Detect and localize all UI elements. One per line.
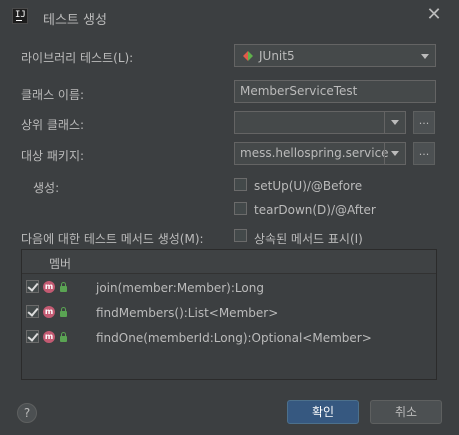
- generate-label: 생성:: [33, 181, 60, 195]
- public-access-icon: [60, 307, 67, 317]
- show-inherited-checkbox[interactable]: [234, 229, 247, 242]
- methods-label: 다음에 대한 테스트 메서드 생성(M):: [21, 232, 204, 246]
- dialog-title: 테스트 생성: [43, 13, 107, 28]
- class-name-label: 클래스 이름:: [21, 88, 85, 102]
- class-name-input[interactable]: MemberServiceTest: [234, 80, 436, 103]
- member-checkbox[interactable]: [26, 305, 39, 318]
- intellij-app-icon: IJ: [12, 8, 28, 24]
- public-access-icon: [60, 282, 67, 292]
- members-table: 멤버 m join(member:Member):Long m findMemb…: [21, 249, 437, 380]
- member-signature: findMembers():List<Member>: [96, 306, 279, 320]
- setup-label: setUp(U)/@Before: [254, 179, 363, 193]
- teardown-checkbox[interactable]: [234, 202, 247, 215]
- library-value: JUnit5: [259, 49, 295, 63]
- package-label: 대상 패키지:: [21, 149, 85, 163]
- title-bar: IJ 테스트 생성 ✕: [0, 0, 459, 34]
- table-row[interactable]: m join(member:Member):Long: [22, 275, 436, 299]
- members-column-header: 멤버: [49, 257, 72, 271]
- table-row[interactable]: m findOne(memberId:Long):Optional<Member…: [22, 325, 436, 349]
- method-icon: m: [43, 306, 55, 318]
- library-combo[interactable]: JUnit5: [234, 44, 436, 67]
- members-table-header: 멤버: [22, 250, 436, 274]
- teardown-label: tearDown(D)/@After: [254, 203, 376, 217]
- package-value: mess.hellospring.service: [240, 146, 389, 160]
- package-combo[interactable]: mess.hellospring.service: [234, 142, 406, 165]
- chevron-down-icon[interactable]: [384, 112, 405, 133]
- member-signature: join(member:Member):Long: [96, 281, 264, 295]
- ok-button[interactable]: 확인: [287, 400, 359, 424]
- setup-checkbox[interactable]: [234, 178, 247, 191]
- public-access-icon: [60, 332, 67, 342]
- member-checkbox[interactable]: [26, 330, 39, 343]
- help-button[interactable]: ?: [17, 403, 37, 423]
- chevron-down-icon[interactable]: [384, 143, 405, 164]
- package-browse-button[interactable]: ...: [413, 142, 435, 165]
- close-icon[interactable]: ✕: [425, 5, 443, 25]
- cancel-button[interactable]: 취소: [370, 400, 442, 424]
- superclass-combo[interactable]: [234, 111, 406, 134]
- superclass-browse-button[interactable]: ...: [413, 111, 435, 134]
- chevron-down-icon: [421, 54, 429, 59]
- superclass-label: 상위 클래스:: [21, 118, 85, 132]
- method-icon: m: [43, 281, 55, 293]
- show-inherited-label: 상속된 메서드 표시(I): [254, 232, 363, 246]
- junit-icon: [243, 51, 253, 61]
- table-row[interactable]: m findMembers():List<Member>: [22, 300, 436, 324]
- member-checkbox[interactable]: [26, 280, 39, 293]
- library-label: 라이브러리 테스트(L):: [21, 51, 134, 65]
- method-icon: m: [43, 331, 55, 343]
- member-signature: findOne(memberId:Long):Optional<Member>: [96, 331, 372, 345]
